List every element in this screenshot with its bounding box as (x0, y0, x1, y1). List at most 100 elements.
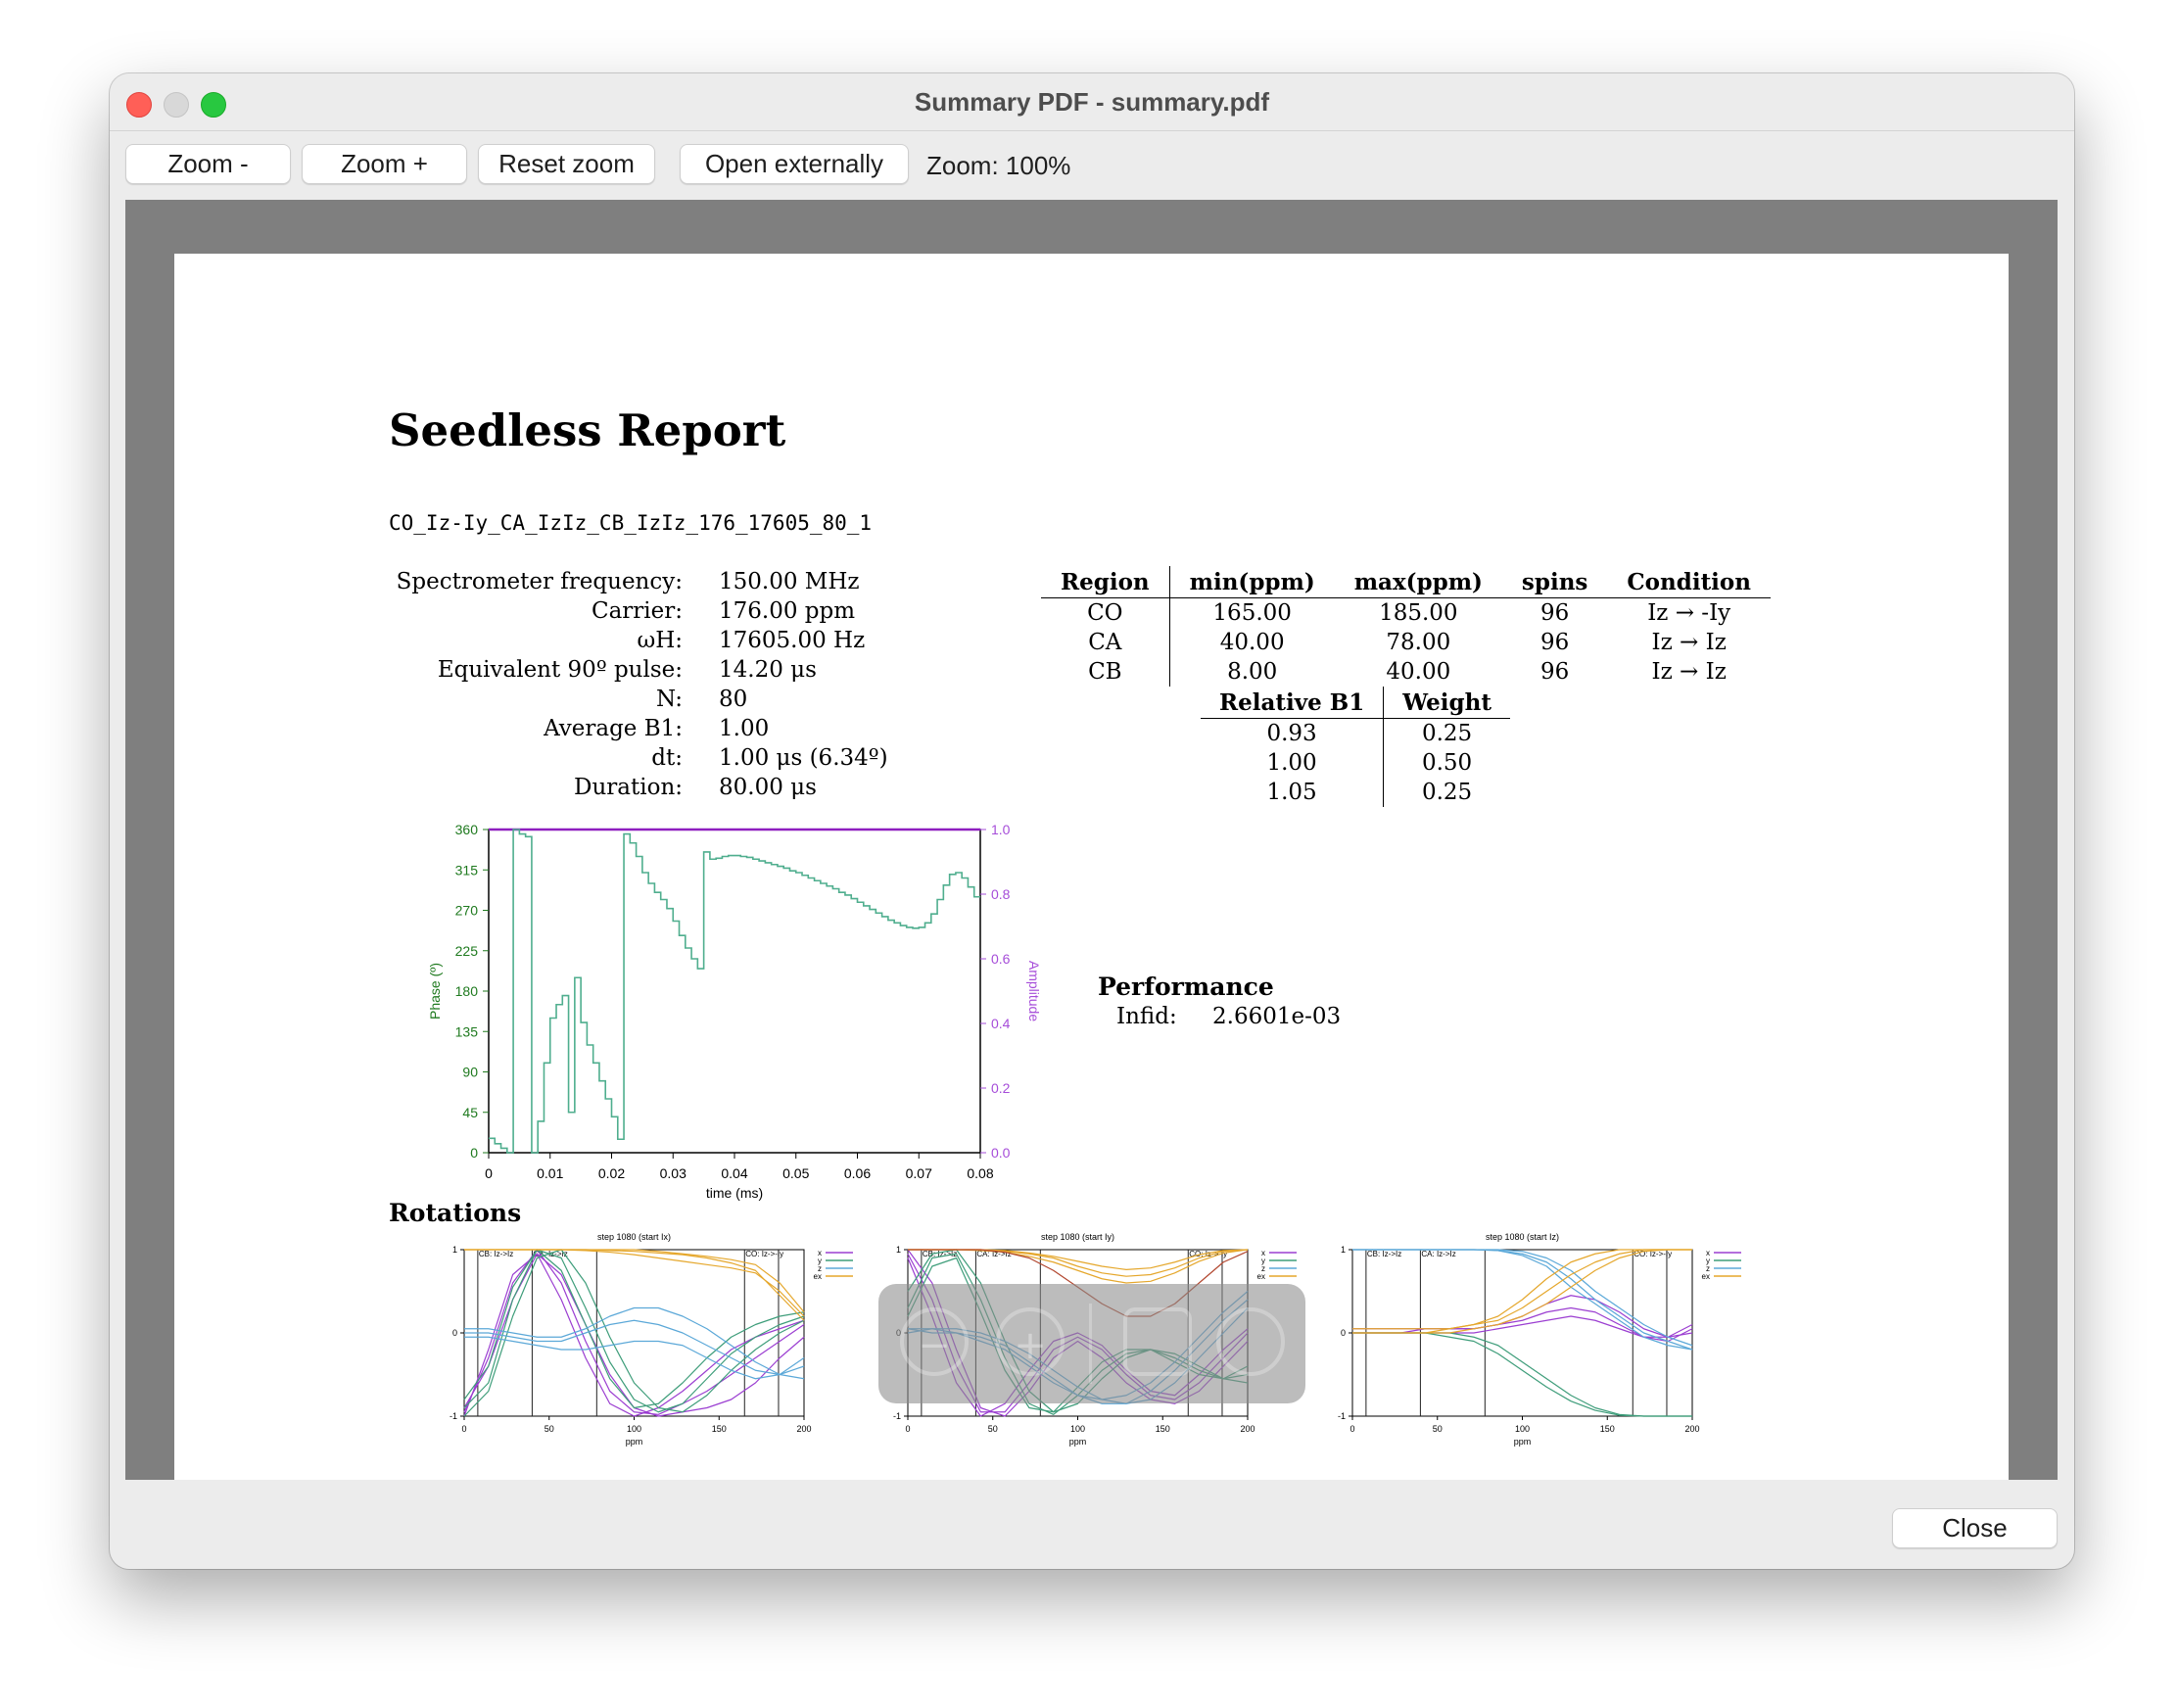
rotation-curve-y (1352, 1332, 1692, 1417)
table-cell: Iz → Iz (1651, 630, 1727, 655)
x-tick-label: 0.06 (844, 1165, 871, 1181)
x-tick-label: 0 (1349, 1424, 1354, 1434)
rotations-title: Rotations (389, 1199, 522, 1227)
parameter-key: Duration: (574, 775, 683, 800)
parameter-key: Equivalent 90º pulse: (437, 657, 683, 683)
zoom-overlay: − + (878, 1284, 1305, 1403)
infidelity-value: 2.6601e-03 (1212, 1004, 1342, 1029)
y-tick-label: 180 (455, 983, 479, 999)
column-header: spins (1501, 566, 1608, 598)
y-tick-label: 1 (896, 1245, 901, 1255)
window-title: Summary PDF - summary.pdf (914, 87, 1270, 117)
region-label: CO: Iz->-Iy (745, 1250, 783, 1258)
zoom-out-icon[interactable]: − (900, 1307, 969, 1376)
parameter-key: ωH: (637, 628, 683, 653)
x-tick-label: 100 (627, 1424, 641, 1434)
table-cell: CO (1041, 597, 1170, 628)
x-tick-label: 200 (796, 1424, 811, 1434)
rotation-curve-x (463, 1253, 805, 1417)
y-axis-label: Phase (º) (427, 963, 443, 1020)
close-button[interactable]: Close (1892, 1508, 2058, 1548)
y-tick-label: 0 (1341, 1328, 1346, 1338)
page-icon[interactable] (1123, 1307, 1192, 1376)
x-tick-label: 0.05 (782, 1165, 809, 1181)
parameter-key: Spectrometer frequency: (396, 569, 683, 594)
y2-tick-label: 0.8 (991, 886, 1011, 902)
legend-label: ex (814, 1272, 822, 1281)
column-header: max(ppm) (1334, 566, 1502, 598)
y-tick-label: 45 (462, 1105, 478, 1120)
y2-axis-label: Amplitude (1026, 961, 1042, 1021)
column-header: Weight (1383, 687, 1510, 719)
x-tick-label: 0.04 (721, 1165, 747, 1181)
x-tick-label: 0.07 (906, 1165, 932, 1181)
y-tick-label: 0 (470, 1145, 478, 1161)
y-tick-label: -1 (893, 1411, 901, 1421)
rotation-curve-y (463, 1249, 805, 1413)
parameter-value: 150.00 MHz (719, 569, 860, 594)
y-tick-label: -1 (450, 1411, 457, 1421)
x-axis-label: time (ms) (706, 1185, 763, 1201)
fit-icon[interactable] (1216, 1307, 1285, 1376)
rotation-curve-x (463, 1253, 805, 1417)
zoom-in-icon[interactable]: + (996, 1307, 1065, 1376)
open-externally-button[interactable]: Open externally (680, 144, 909, 184)
parameter-row: Duration: 80.00 μs (321, 773, 888, 802)
table-cell: 1.05 (1201, 778, 1385, 807)
legend-label: ex (1702, 1272, 1710, 1281)
y2-tick-label: 0.0 (991, 1145, 1011, 1161)
x-tick-label: 0.08 (967, 1165, 993, 1181)
y2-tick-label: 0.2 (991, 1080, 1011, 1096)
x-tick-label: 0 (461, 1424, 466, 1434)
parameter-row: Equivalent 90º pulse: 14.20 μs (321, 655, 888, 685)
y-tick-label: 315 (455, 862, 479, 878)
table-row: CA 40.00 78.00 96 Iz → Iz (1041, 628, 1771, 657)
plot-frame (488, 829, 981, 1154)
region-label: CA: Iz->Iz (1421, 1250, 1455, 1258)
x-tick-label: 200 (1240, 1424, 1255, 1434)
y-tick-label: 1 (1341, 1245, 1346, 1255)
performance-title: Performance (1098, 973, 1274, 1001)
parameter-row: N: 80 (321, 685, 888, 714)
column-header: Relative B1 (1201, 687, 1385, 719)
reset-zoom-button[interactable]: Reset zoom (478, 144, 655, 184)
rotation-curve-ex (464, 1249, 805, 1313)
table-cell: 96 (1540, 630, 1570, 655)
table-row: CO 165.00 185.00 96 Iz → -Iy (1041, 597, 1771, 628)
parameter-value: 1.00 μs (6.34º) (719, 745, 888, 771)
parameter-row: Average B1: 1.00 (321, 714, 888, 743)
x-tick-label: 0 (905, 1424, 910, 1434)
y2-tick-label: 0.4 (991, 1016, 1011, 1031)
table-row: CB 8.00 40.00 96 Iz → Iz (1041, 657, 1771, 687)
x-axis-label: ppm (1514, 1437, 1532, 1447)
region-label: CB: Iz->Iz (1367, 1250, 1401, 1258)
table-cell: 0.25 (1421, 721, 1473, 746)
y2-tick-label: 0.6 (991, 951, 1011, 967)
zoom-level: Zoom: 100% (926, 151, 1071, 180)
x-axis-label: ppm (626, 1437, 643, 1447)
report-title: Seedless Report (389, 404, 786, 456)
phase-line (489, 829, 980, 1154)
table-cell: 185.00 (1379, 600, 1458, 626)
zoom-out-button[interactable]: Zoom - (125, 144, 291, 184)
y-tick-label: 360 (455, 822, 479, 837)
table-cell: 0.25 (1421, 780, 1473, 805)
infidelity-label: Infid: (1116, 1004, 1177, 1029)
rotation-curve-z (464, 1336, 805, 1380)
x-tick-label: 0.03 (660, 1165, 687, 1181)
x-tick-label: 0.02 (598, 1165, 625, 1181)
table-cell: 40.00 (1386, 659, 1451, 685)
x-tick-label: 100 (1070, 1424, 1085, 1434)
legend-label: ex (1257, 1272, 1265, 1281)
y-tick-label: 0 (452, 1328, 457, 1338)
region-label: CB: Iz->Iz (479, 1250, 513, 1258)
table-cell: Iz → Iz (1651, 659, 1727, 685)
overlay-separator (1089, 1304, 1092, 1384)
y-tick-label: 225 (455, 943, 479, 959)
parameter-key: N: (655, 687, 683, 712)
y-tick-label: 135 (455, 1023, 479, 1039)
rotation-curve-z (464, 1319, 805, 1376)
table-cell: 0.50 (1421, 750, 1473, 776)
zoom-in-button[interactable]: Zoom + (302, 144, 467, 184)
x-tick-label: 0.01 (537, 1165, 563, 1181)
